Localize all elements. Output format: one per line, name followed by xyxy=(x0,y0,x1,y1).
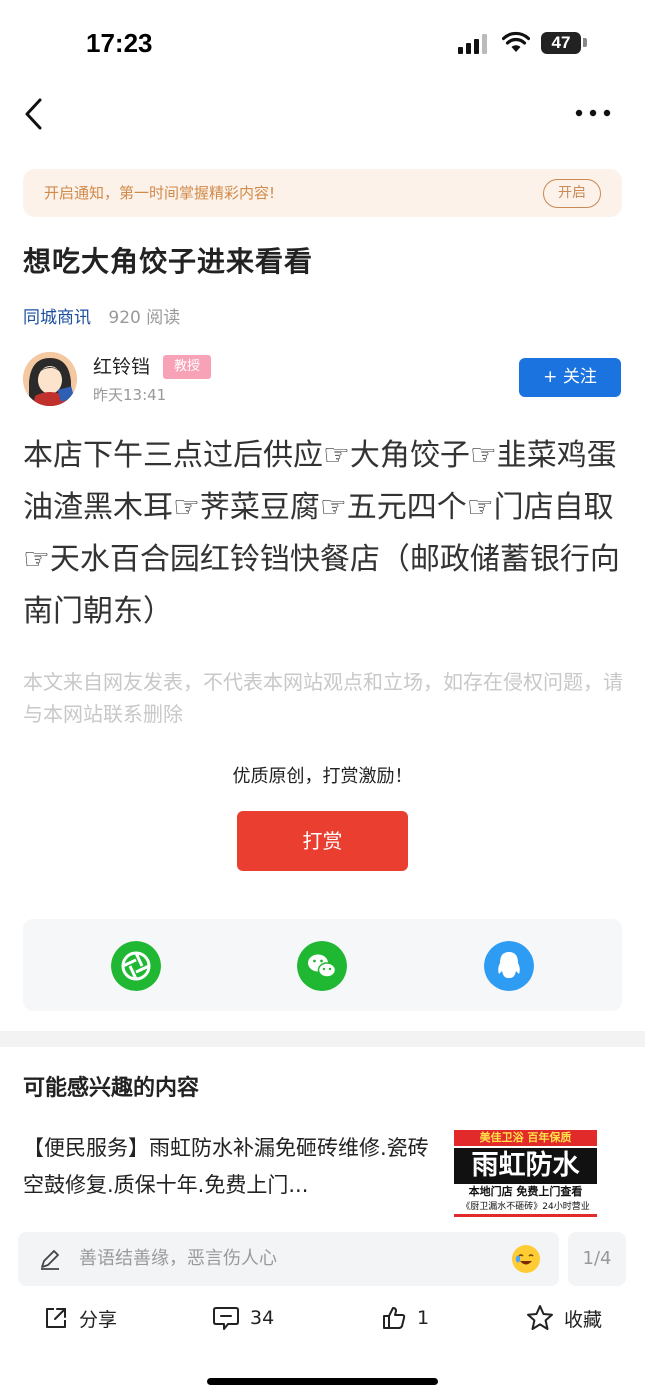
more-icon[interactable] xyxy=(570,98,616,128)
comment-icon xyxy=(213,1307,239,1330)
battery-level: 47 xyxy=(551,33,571,52)
reward-prompt: 优质原创，打赏激励！ xyxy=(232,766,413,787)
moments-icon[interactable] xyxy=(111,941,161,991)
battery-icon: 47 xyxy=(541,32,581,54)
recommend-item[interactable]: 【便民服务】雨虹防水补漏免砸砖维修.瓷砖空鼓修复.质保十年.免费上门... 美佳… xyxy=(23,1130,623,1220)
notification-banner: 开启通知，第一时间掌握精彩内容! 开启 xyxy=(23,169,622,217)
article-body: 本店下午三点过后供应☞大角饺子☞韭菜鸡蛋油渣黑木耳☞荠菜豆腐☞五元四个☞门店自取… xyxy=(23,438,620,629)
enable-notification-button[interactable]: 开启 xyxy=(543,179,601,208)
share-label: 分享 xyxy=(79,1308,118,1331)
author-name[interactable]: 红铃铛 xyxy=(93,352,150,379)
recommend-item-text[interactable]: 【便民服务】雨虹防水补漏免砸砖维修.瓷砖空鼓修复.质保十年.免费上门... xyxy=(23,1130,443,1206)
emoji-icon[interactable] xyxy=(512,1245,540,1273)
recommend-section-title: 可能感兴趣的内容 xyxy=(23,1076,200,1101)
battery-cap xyxy=(583,38,587,47)
article-meta: 同城商讯 920 阅读 xyxy=(23,303,180,328)
avatar[interactable] xyxy=(23,352,77,406)
follow-button[interactable]: + 关注 xyxy=(519,358,621,397)
comment-placeholder: 善语结善缘，恶言伤人心 xyxy=(79,1248,277,1269)
thumbnail-top-text: 美佳卫浴 百年保质 xyxy=(454,1130,597,1146)
reward-button[interactable]: 打赏 xyxy=(237,811,408,871)
recommend-item-thumbnail[interactable]: 美佳卫浴 百年保质 雨虹防水 本地门店 免费上门查看 《厨卫漏水不砸砖》24小时… xyxy=(454,1130,597,1218)
comment-button[interactable]: 34 xyxy=(212,1296,274,1340)
author-badge: 教授 xyxy=(163,355,211,379)
article-source[interactable]: 同城商讯 xyxy=(23,308,91,328)
nav-bar xyxy=(0,88,645,140)
article-title: 想吃大角饺子进来看看 xyxy=(23,245,314,278)
avatar-image xyxy=(23,352,77,406)
favorite-button[interactable]: 收藏 xyxy=(526,1296,602,1340)
wifi-icon xyxy=(502,31,530,52)
star-icon xyxy=(527,1305,553,1330)
favorite-label: 收藏 xyxy=(564,1308,603,1331)
post-time: 昨天13:41 xyxy=(93,386,167,404)
share-button[interactable]: 分享 xyxy=(43,1296,117,1340)
share-icon xyxy=(46,1308,66,1328)
home-indicator[interactable] xyxy=(207,1378,438,1385)
status-time: 17:23 xyxy=(86,28,153,58)
disclaimer: 本文来自网友发表，不代表本网站观点和立场，如存在侵权问题，请与本网站联系删除 xyxy=(23,670,623,726)
like-count: 1 xyxy=(417,1307,430,1329)
thumbnail-main-text: 雨虹防水 xyxy=(454,1148,597,1184)
thumbnail-foot-text: 《厨卫漏水不砸砖》24小时营业 xyxy=(454,1200,597,1217)
author-row: 红铃铛 教授 昨天13:41 + 关注 xyxy=(23,350,623,410)
read-count: 920 阅读 xyxy=(108,308,181,328)
wechat-icon[interactable] xyxy=(297,941,347,991)
thumbs-up-icon xyxy=(383,1307,406,1329)
signal-icon xyxy=(458,34,487,54)
status-bar: 17:23 47 xyxy=(0,0,645,88)
like-button[interactable]: 1 xyxy=(381,1296,429,1340)
thumbnail-sub-text: 本地门店 免费上门查看 xyxy=(468,1185,583,1198)
back-icon[interactable] xyxy=(20,96,50,132)
bottom-action-bar: 分享 34 1 收藏 xyxy=(0,1296,645,1340)
pen-icon xyxy=(41,1250,59,1270)
page-indicator[interactable]: 1/4 xyxy=(568,1232,626,1286)
comment-input[interactable]: 善语结善缘，恶言伤人心 xyxy=(18,1232,559,1286)
comment-count: 34 xyxy=(250,1307,275,1329)
notification-text: 开启通知，第一时间掌握精彩内容! xyxy=(44,184,276,202)
qq-icon[interactable] xyxy=(484,941,534,991)
section-divider xyxy=(0,1031,645,1047)
share-panel xyxy=(23,919,622,1011)
